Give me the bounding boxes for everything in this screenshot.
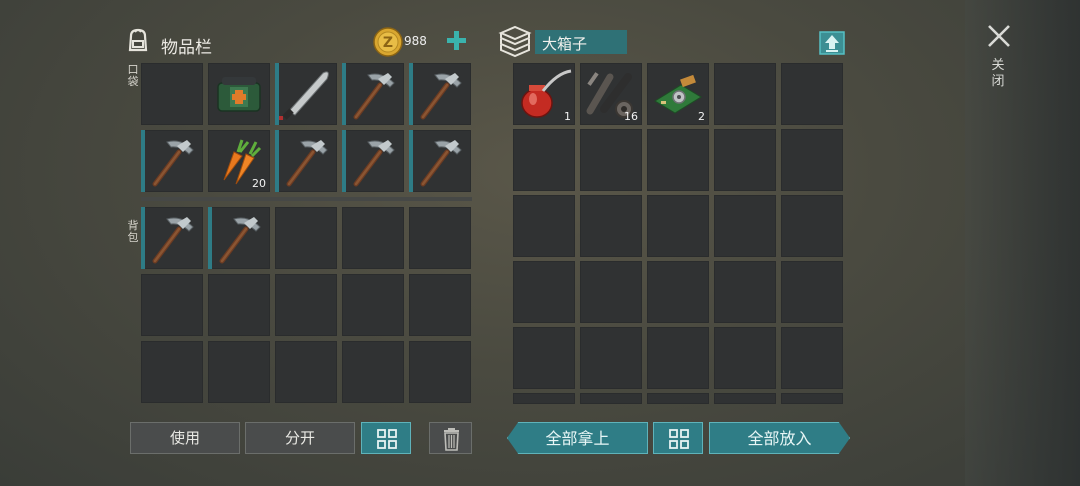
backpack-slot-empty[interactable] bbox=[275, 207, 337, 269]
pocket-slot-pickaxe[interactable] bbox=[409, 130, 471, 192]
grid-icon bbox=[669, 429, 689, 449]
put-all-button[interactable]: 全部放入 bbox=[709, 422, 850, 454]
chest-slot-empty[interactable] bbox=[580, 195, 642, 257]
chest-slot-empty[interactable] bbox=[580, 129, 642, 191]
pocket-slot-pickaxe[interactable] bbox=[141, 130, 203, 192]
pocket-slot-pickaxe[interactable] bbox=[275, 130, 337, 192]
chest-slot-empty[interactable] bbox=[714, 261, 776, 323]
coin-icon: Z bbox=[373, 27, 403, 61]
backpack-slot-empty[interactable] bbox=[342, 274, 404, 336]
pocket-slot-first-aid-bag[interactable] bbox=[208, 63, 270, 125]
chest-slot-empty[interactable] bbox=[781, 195, 843, 257]
take-all-button[interactable]: 全部拿上 bbox=[507, 422, 648, 454]
svg-text:Z: Z bbox=[383, 35, 393, 51]
chest-slot-empty[interactable] bbox=[647, 129, 709, 191]
close-icon bbox=[988, 25, 1010, 47]
pocket-slot-empty[interactable] bbox=[141, 63, 203, 125]
chest-icon bbox=[497, 24, 533, 62]
backpack-label: 背包 bbox=[127, 219, 139, 244]
pocket-slot-carrots[interactable]: 20 bbox=[208, 130, 270, 192]
chest-slot-empty[interactable] bbox=[580, 327, 642, 389]
coin-count: 988 bbox=[404, 34, 427, 48]
backpack-slot-empty[interactable] bbox=[141, 274, 203, 336]
pocket-label: 口袋 bbox=[127, 63, 139, 88]
chest-slot-empty[interactable] bbox=[781, 393, 843, 404]
backpack-slot-empty[interactable] bbox=[275, 274, 337, 336]
backpack-slot-empty[interactable] bbox=[275, 341, 337, 403]
pocket-slot-pickaxe[interactable] bbox=[342, 63, 404, 125]
backpack-icon bbox=[124, 26, 152, 58]
item-count: 2 bbox=[698, 110, 705, 123]
chest-slot-empty[interactable] bbox=[513, 393, 575, 404]
split-button[interactable]: 分开 bbox=[245, 422, 355, 454]
chest-slot-empty[interactable] bbox=[513, 129, 575, 191]
add-coins-button[interactable] bbox=[444, 28, 470, 54]
upload-icon bbox=[819, 31, 845, 55]
chest-slot-empty[interactable] bbox=[714, 393, 776, 404]
backpack-slot-empty[interactable] bbox=[409, 341, 471, 403]
chest-slot-empty[interactable] bbox=[647, 393, 709, 404]
chest-slot-oil-can[interactable]: 1 bbox=[513, 63, 575, 125]
chest-slot-empty[interactable] bbox=[647, 327, 709, 389]
chest-slot-empty[interactable] bbox=[781, 63, 843, 125]
inventory-title: 物品栏 bbox=[161, 38, 212, 58]
upload-button[interactable] bbox=[818, 28, 846, 56]
backpack-slot-pickaxe[interactable] bbox=[208, 207, 270, 269]
backpack-slot-empty[interactable] bbox=[141, 341, 203, 403]
chest-slot-engine-parts[interactable]: 16 bbox=[580, 63, 642, 125]
use-button[interactable]: 使用 bbox=[130, 422, 240, 454]
pocket-slot-pickaxe[interactable] bbox=[409, 63, 471, 125]
chest-slot-empty[interactable] bbox=[513, 261, 575, 323]
chest-slot-empty[interactable] bbox=[513, 195, 575, 257]
chest-slot-empty[interactable] bbox=[580, 393, 642, 404]
chest-slot-empty[interactable] bbox=[647, 261, 709, 323]
chest-slot-empty[interactable] bbox=[714, 129, 776, 191]
chest-slot-empty[interactable] bbox=[714, 63, 776, 125]
side-shade bbox=[965, 0, 1080, 486]
plus-icon bbox=[447, 31, 466, 50]
section-divider bbox=[141, 197, 472, 201]
chest-slot-empty[interactable] bbox=[513, 327, 575, 389]
item-count: 16 bbox=[624, 110, 638, 123]
chest-name-field[interactable]: 大箱子 bbox=[535, 30, 627, 54]
pocket-slot-pickaxe[interactable] bbox=[342, 130, 404, 192]
backpack-slot-pickaxe[interactable] bbox=[141, 207, 203, 269]
backpack-slot-empty[interactable] bbox=[342, 341, 404, 403]
backpack-slot-empty[interactable] bbox=[409, 207, 471, 269]
chest-slot-empty[interactable] bbox=[781, 261, 843, 323]
backpack-slot-empty[interactable] bbox=[342, 207, 404, 269]
close-button[interactable] bbox=[985, 22, 1013, 50]
backpack-slot-empty[interactable] bbox=[208, 341, 270, 403]
chest-title: 大箱子 bbox=[542, 35, 588, 53]
pocket-slot-machete[interactable] bbox=[275, 63, 337, 125]
delete-button[interactable] bbox=[429, 422, 472, 454]
backpack-slot-empty[interactable] bbox=[409, 274, 471, 336]
backpack-slot-empty[interactable] bbox=[208, 274, 270, 336]
chest-slot-empty[interactable] bbox=[714, 327, 776, 389]
chest-slot-empty[interactable] bbox=[781, 327, 843, 389]
chest-slot-empty[interactable] bbox=[580, 261, 642, 323]
sort-inventory-button[interactable] bbox=[361, 422, 411, 454]
close-label: 关闭 bbox=[991, 58, 1005, 89]
chest-slot-circuit-board[interactable]: 2 bbox=[647, 63, 709, 125]
trash-icon bbox=[444, 428, 459, 451]
item-count: 20 bbox=[252, 177, 266, 190]
item-count: 1 bbox=[564, 110, 571, 123]
chest-slot-empty[interactable] bbox=[714, 195, 776, 257]
sort-chest-button[interactable] bbox=[653, 422, 703, 454]
chest-slot-empty[interactable] bbox=[647, 195, 709, 257]
grid-icon bbox=[377, 429, 397, 449]
chest-slot-empty[interactable] bbox=[781, 129, 843, 191]
